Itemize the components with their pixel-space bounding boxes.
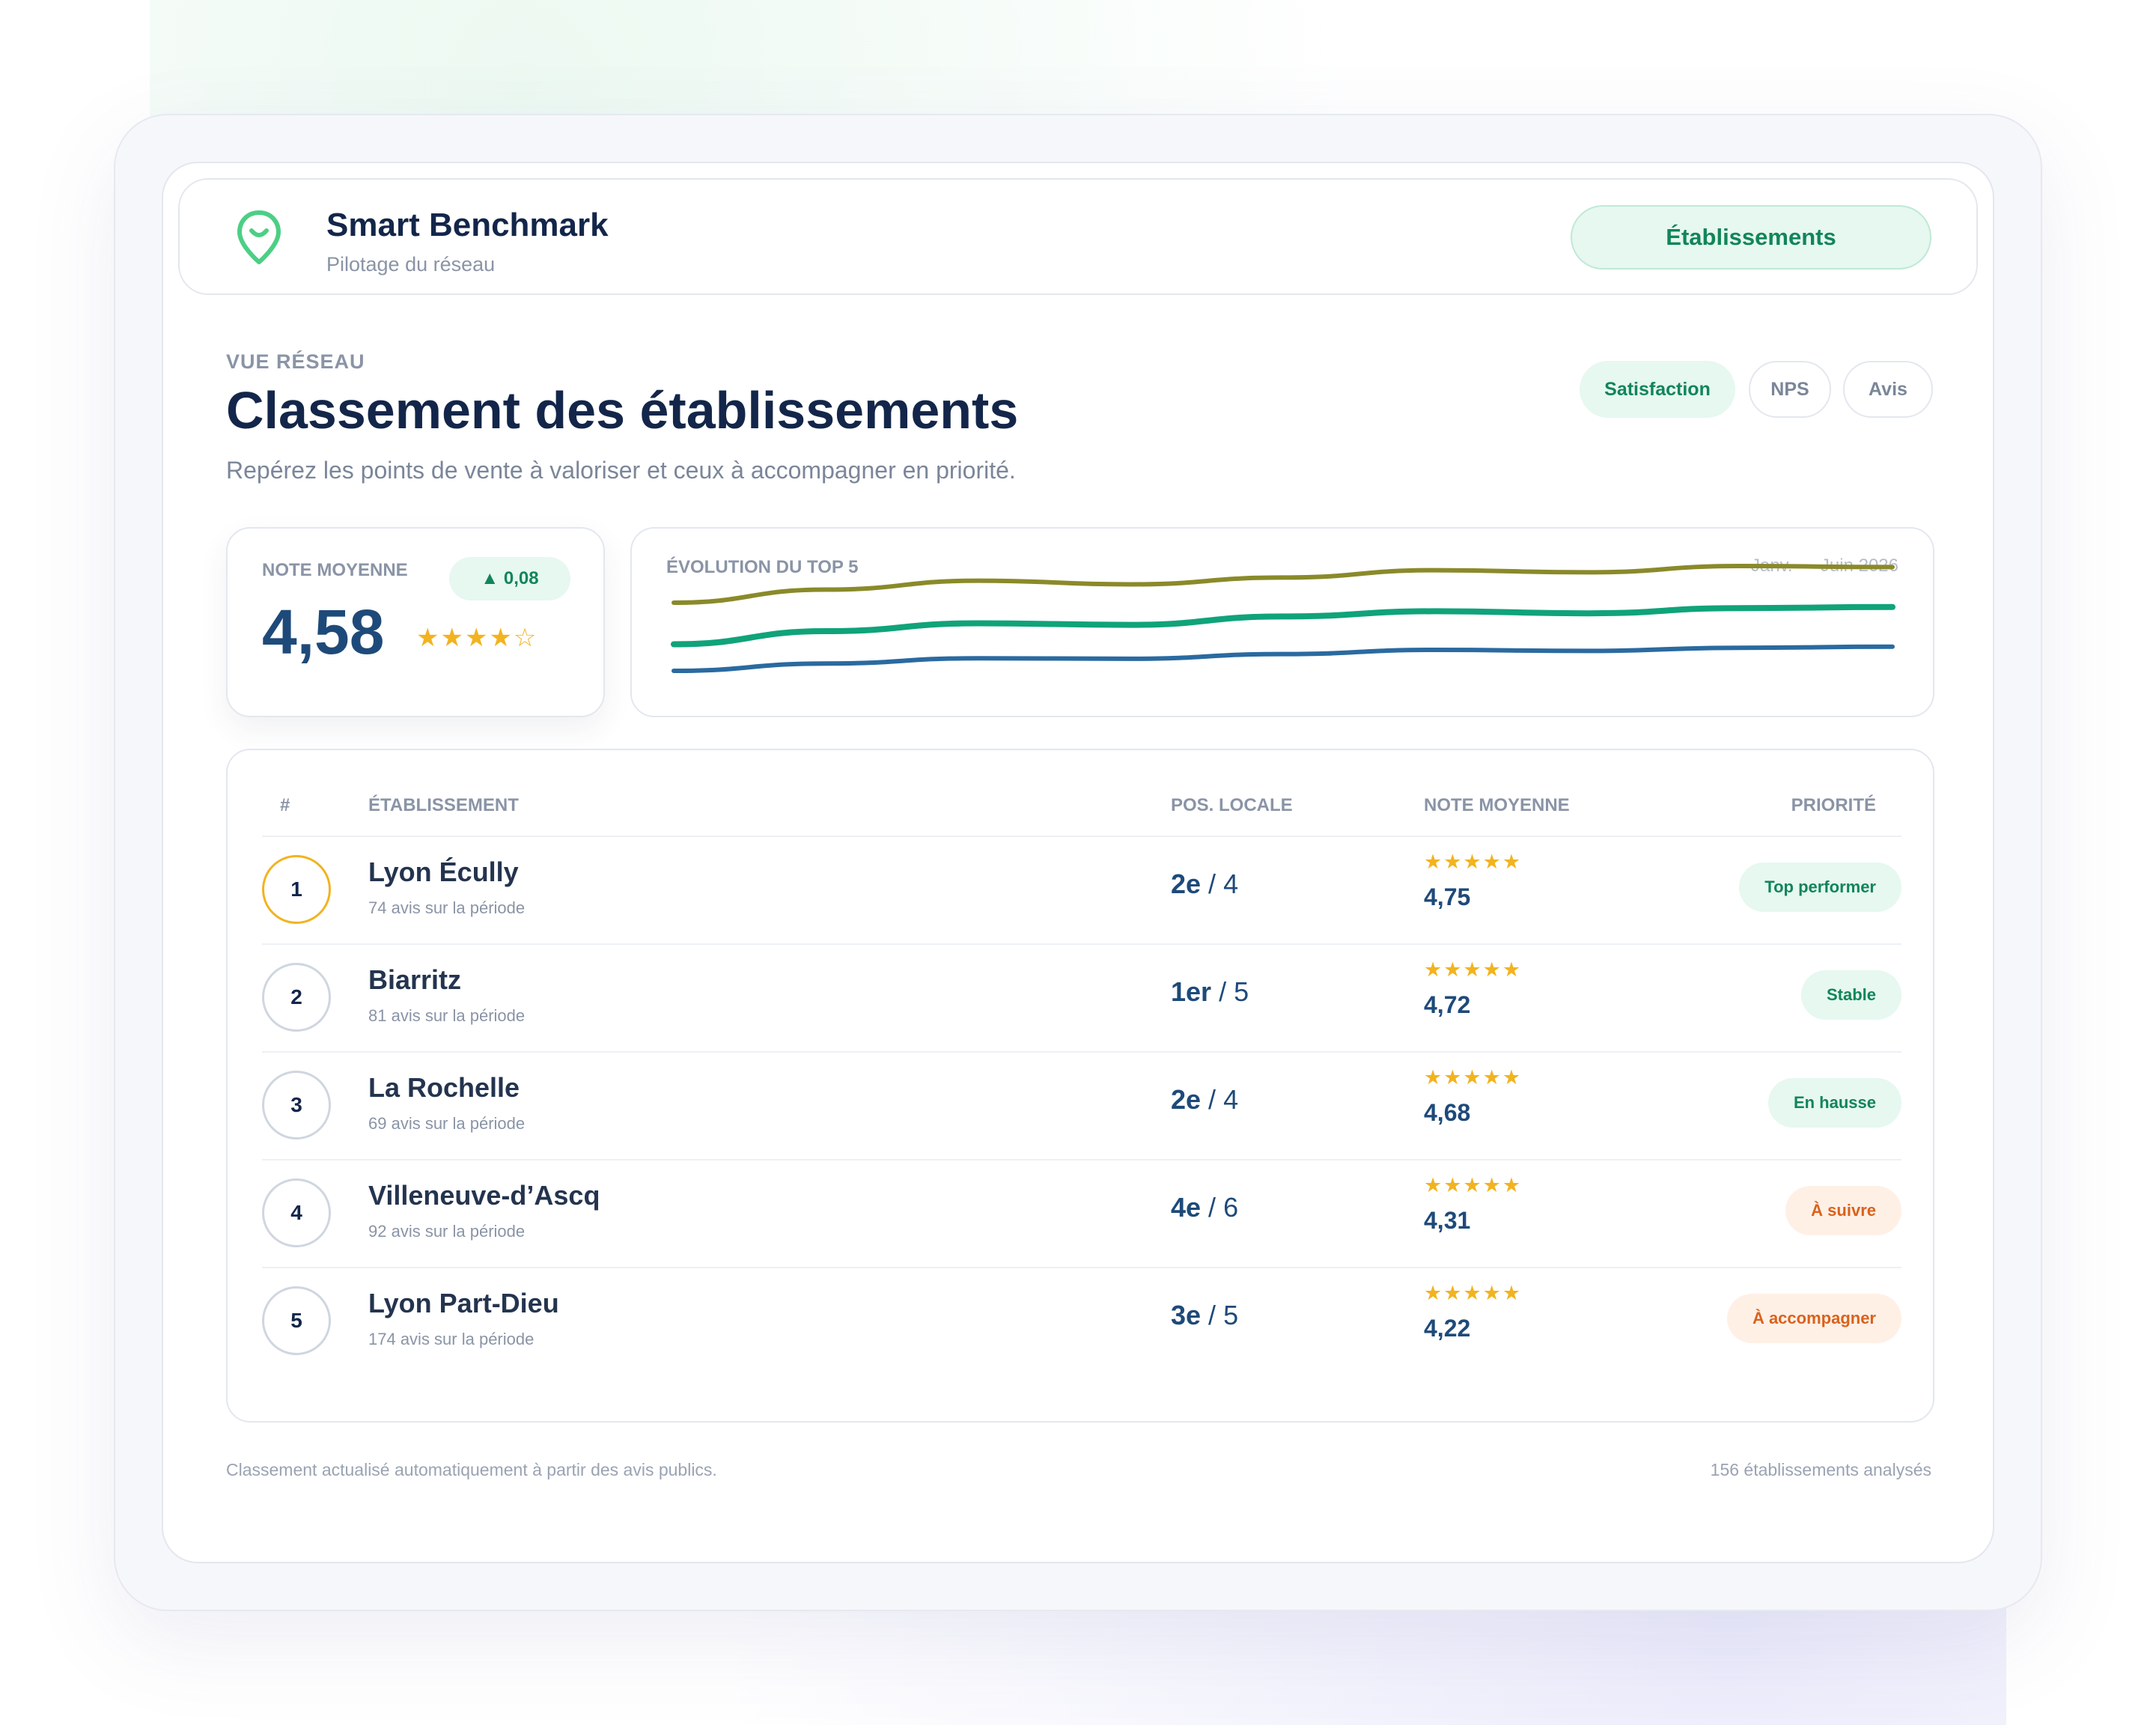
app-header: Smart Benchmark Pilotage du réseau Établ… (178, 178, 1978, 295)
column-header-name: ÉTABLISSEMENT (368, 795, 519, 815)
local-position: 1er / 5 (1171, 976, 1249, 1008)
position-rank: 4e (1171, 1192, 1202, 1223)
star-rating: ★★★★☆ (416, 624, 538, 652)
table-row[interactable]: 5 Lyon Part-Dieu 174 avis sur la période… (262, 1267, 1901, 1375)
rank-badge: 1 (262, 855, 331, 924)
priority-badge: En hausse (1767, 1078, 1901, 1128)
position-rank: 2e (1171, 868, 1202, 899)
trend-chart (671, 563, 1895, 673)
local-position: 2e / 4 (1171, 868, 1238, 900)
table-row[interactable]: 2 Biarritz 81 avis sur la période 1er / … (262, 943, 1901, 1051)
position-rank: 2e (1171, 1084, 1202, 1115)
trend-series-line-2 (671, 603, 1895, 648)
trend-series-line-1 (672, 563, 1895, 605)
establishment-name: Lyon Écully (368, 857, 519, 887)
table-row[interactable]: 3 La Rochelle 69 avis sur la période 2e … (262, 1051, 1901, 1159)
footer-count: 156 établissements analysés (1710, 1460, 1931, 1479)
priority-badge: À accompagner (1726, 1294, 1901, 1343)
column-header-priority: PRIORITÉ (1791, 795, 1876, 815)
priority-badge: Top performer (1739, 862, 1901, 912)
top5-trend-card: ÉVOLUTION DU TOP 5 Janv. — Juin 2026 (630, 527, 1934, 717)
rank-badge: 3 (262, 1071, 331, 1140)
position-separator: / (1211, 976, 1234, 1007)
position-separator: / (1201, 1192, 1224, 1223)
ranking-table: # ÉTABLISSEMENT POS. LOCALE NOTE MOYENNE… (226, 749, 1934, 1423)
tab-avis[interactable]: Avis (1843, 361, 1933, 418)
average-score: 4,22 (1424, 1315, 1471, 1342)
section-eyebrow: VUE RÉSEAU (226, 350, 365, 373)
tab-satisfaction[interactable]: Satisfaction (1580, 361, 1735, 418)
rank-badge: 2 (262, 963, 331, 1032)
local-position: 3e / 5 (1171, 1300, 1238, 1331)
table-row[interactable]: 4 Villeneuve-d’Ascq 92 avis sur la pério… (262, 1159, 1901, 1267)
position-total: 4 (1223, 1084, 1239, 1115)
table-row[interactable]: 1 Lyon Écully 74 avis sur la période 2e … (262, 836, 1901, 943)
star-rating: ★★★★★ (1424, 851, 1523, 873)
column-header-pos: POS. LOCALE (1171, 795, 1293, 815)
review-count: 174 avis sur la période (368, 1330, 535, 1348)
average-score: 4,72 (1424, 991, 1471, 1018)
average-score: 4,75 (1424, 883, 1471, 910)
app-screen: Smart Benchmark Pilotage du réseau Établ… (162, 162, 1994, 1563)
position-rank: 1er (1171, 976, 1212, 1007)
position-total: 4 (1223, 868, 1239, 899)
position-separator: / (1201, 1084, 1224, 1115)
position-separator: / (1201, 1300, 1224, 1330)
column-header-note: NOTE MOYENNE (1424, 795, 1570, 815)
page-title: Classement des établissements (226, 381, 1019, 439)
establishment-name: Biarritz (368, 964, 462, 995)
position-total: 5 (1223, 1300, 1239, 1330)
brand-title: Smart Benchmark (326, 207, 609, 243)
star-rating: ★★★★★ (1424, 1066, 1523, 1089)
rank-badge: 4 (262, 1178, 331, 1247)
etablissements-nav-button[interactable]: Établissements (1571, 205, 1931, 270)
delta-badge: ▲ 0,08 (449, 557, 570, 600)
review-count: 74 avis sur la période (368, 898, 526, 917)
average-score: 4,31 (1424, 1207, 1471, 1234)
establishment-name: Villeneuve-d’Ascq (368, 1180, 600, 1211)
star-rating: ★★★★★ (1424, 958, 1523, 981)
star-rating: ★★★★★ (1424, 1174, 1523, 1196)
review-count: 92 avis sur la période (368, 1222, 526, 1241)
priority-badge: Stable (1800, 970, 1901, 1020)
average-score: 4,68 (1424, 1099, 1471, 1126)
average-rating-card: NOTE MOYENNE ▲ 0,08 4,58 ★★★★☆ (226, 527, 605, 717)
page-subtitle: Repérez les points de vente à valoriser … (226, 457, 1016, 484)
position-rank: 3e (1171, 1300, 1202, 1330)
kpi-value: 4,58 (262, 597, 385, 667)
tab-nps[interactable]: NPS (1749, 361, 1831, 418)
establishment-name: Lyon Part-Dieu (368, 1288, 559, 1318)
column-header-rank: # (280, 795, 290, 815)
footer-note: Classement actualisé automatiquement à p… (226, 1460, 717, 1479)
local-position: 2e / 4 (1171, 1084, 1238, 1116)
star-rating: ★★★★★ (1424, 1282, 1523, 1304)
location-pin-logo-icon (237, 210, 281, 264)
brand-subtitle: Pilotage du réseau (326, 253, 496, 276)
rank-badge: 5 (262, 1286, 331, 1355)
position-total: 6 (1223, 1192, 1239, 1223)
position-total: 5 (1234, 976, 1249, 1007)
review-count: 69 avis sur la période (368, 1114, 526, 1133)
trend-series-line-3 (672, 644, 1895, 673)
kpi-label: NOTE MOYENNE (262, 560, 408, 580)
review-count: 81 avis sur la période (368, 1006, 526, 1025)
establishment-name: La Rochelle (368, 1072, 520, 1103)
position-separator: / (1201, 868, 1224, 899)
local-position: 4e / 6 (1171, 1192, 1238, 1223)
priority-badge: À suivre (1785, 1186, 1901, 1235)
